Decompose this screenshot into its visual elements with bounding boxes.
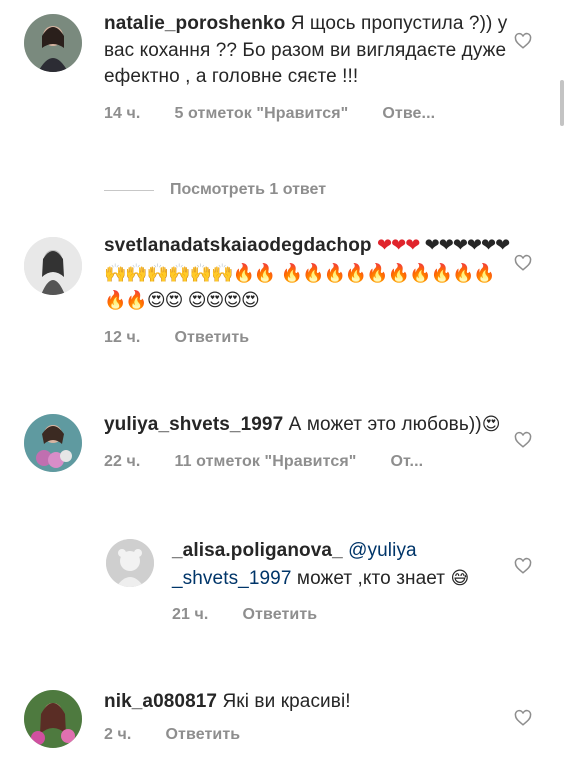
avatar[interactable] (24, 14, 82, 72)
reply-button[interactable]: От... (390, 453, 423, 471)
reply-button[interactable]: Отве... (382, 105, 435, 123)
comment-body: может ,кто знает (296, 567, 446, 589)
comment-text: yuliya_shvets_1997 А может это любовь))😍 (104, 411, 512, 439)
comment-text: svetlanadatskaiaodegdachop ❤❤❤ ❤❤❤❤❤❤🙌🙌🙌… (104, 232, 512, 315)
comment-emoji: 😅 (450, 567, 470, 588)
heart-outline-icon[interactable] (514, 709, 532, 727)
avatar[interactable] (24, 690, 82, 748)
likes-count-link[interactable]: 5 отметок "Нравится" (174, 105, 348, 123)
comment-body: Які ви красиві! (222, 691, 351, 712)
view-replies-label: Посмотреть 1 ответ (170, 181, 327, 198)
username-link[interactable]: svetlanadatskaiaodegdachop (104, 235, 372, 256)
comment-text: nik_a080817 Які ви красиві! (104, 689, 512, 716)
comment-emoji: 😍😍😍😍 (187, 290, 260, 310)
heart-outline-icon[interactable] (514, 32, 532, 50)
username-link[interactable]: natalie_poroshenko (104, 13, 285, 34)
heart-outline-icon[interactable] (514, 557, 532, 575)
heart-outline-icon[interactable] (514, 254, 532, 272)
heart-outline-icon[interactable] (514, 431, 532, 449)
timestamp: 12 ч. (104, 328, 141, 346)
comment-meta: 22 ч. 11 отметок "Нравится" От... (104, 453, 512, 471)
comment-emoji: 😍 (481, 414, 501, 434)
reply-button[interactable]: Ответить (242, 606, 317, 624)
comment-meta: 12 ч. Ответить (104, 329, 512, 347)
avatar[interactable] (24, 414, 82, 472)
timestamp: 21 ч. (172, 606, 209, 623)
timestamp: 2 ч. (104, 725, 132, 743)
comment-meta: 2 ч. Ответить (104, 726, 512, 744)
username-link[interactable]: yuliya_shvets_1997 (104, 414, 283, 435)
comment-meta: 21 ч. Ответить (172, 606, 512, 624)
view-replies-button[interactable]: Посмотреть 1 ответ (104, 181, 326, 199)
avatar[interactable] (106, 539, 154, 587)
avatar[interactable] (24, 237, 82, 295)
reply-button[interactable]: Ответить (174, 329, 249, 347)
comment-text: _alisa.poliganova_ @yuliya _shvets_1997 … (172, 538, 512, 592)
username-link[interactable]: nik_a080817 (104, 691, 217, 712)
timestamp: 14 ч. (104, 104, 141, 122)
timestamp: 22 ч. (104, 452, 141, 470)
reply-button[interactable]: Ответить (165, 726, 240, 744)
comment-emoji: ❤❤❤ (377, 235, 420, 255)
scrollbar[interactable] (560, 80, 564, 126)
comment-text: natalie_poroshenko Я щось пропустила ?))… (104, 11, 512, 91)
comment-body: А может это любовь)) (288, 414, 482, 435)
divider (104, 189, 154, 191)
username-link[interactable]: _alisa.poliganova_ (172, 540, 343, 561)
comment-meta: 14 ч. 5 отметок "Нравится" Отве... (104, 105, 512, 123)
likes-count-link[interactable]: 11 отметок "Нравится" (174, 453, 356, 471)
